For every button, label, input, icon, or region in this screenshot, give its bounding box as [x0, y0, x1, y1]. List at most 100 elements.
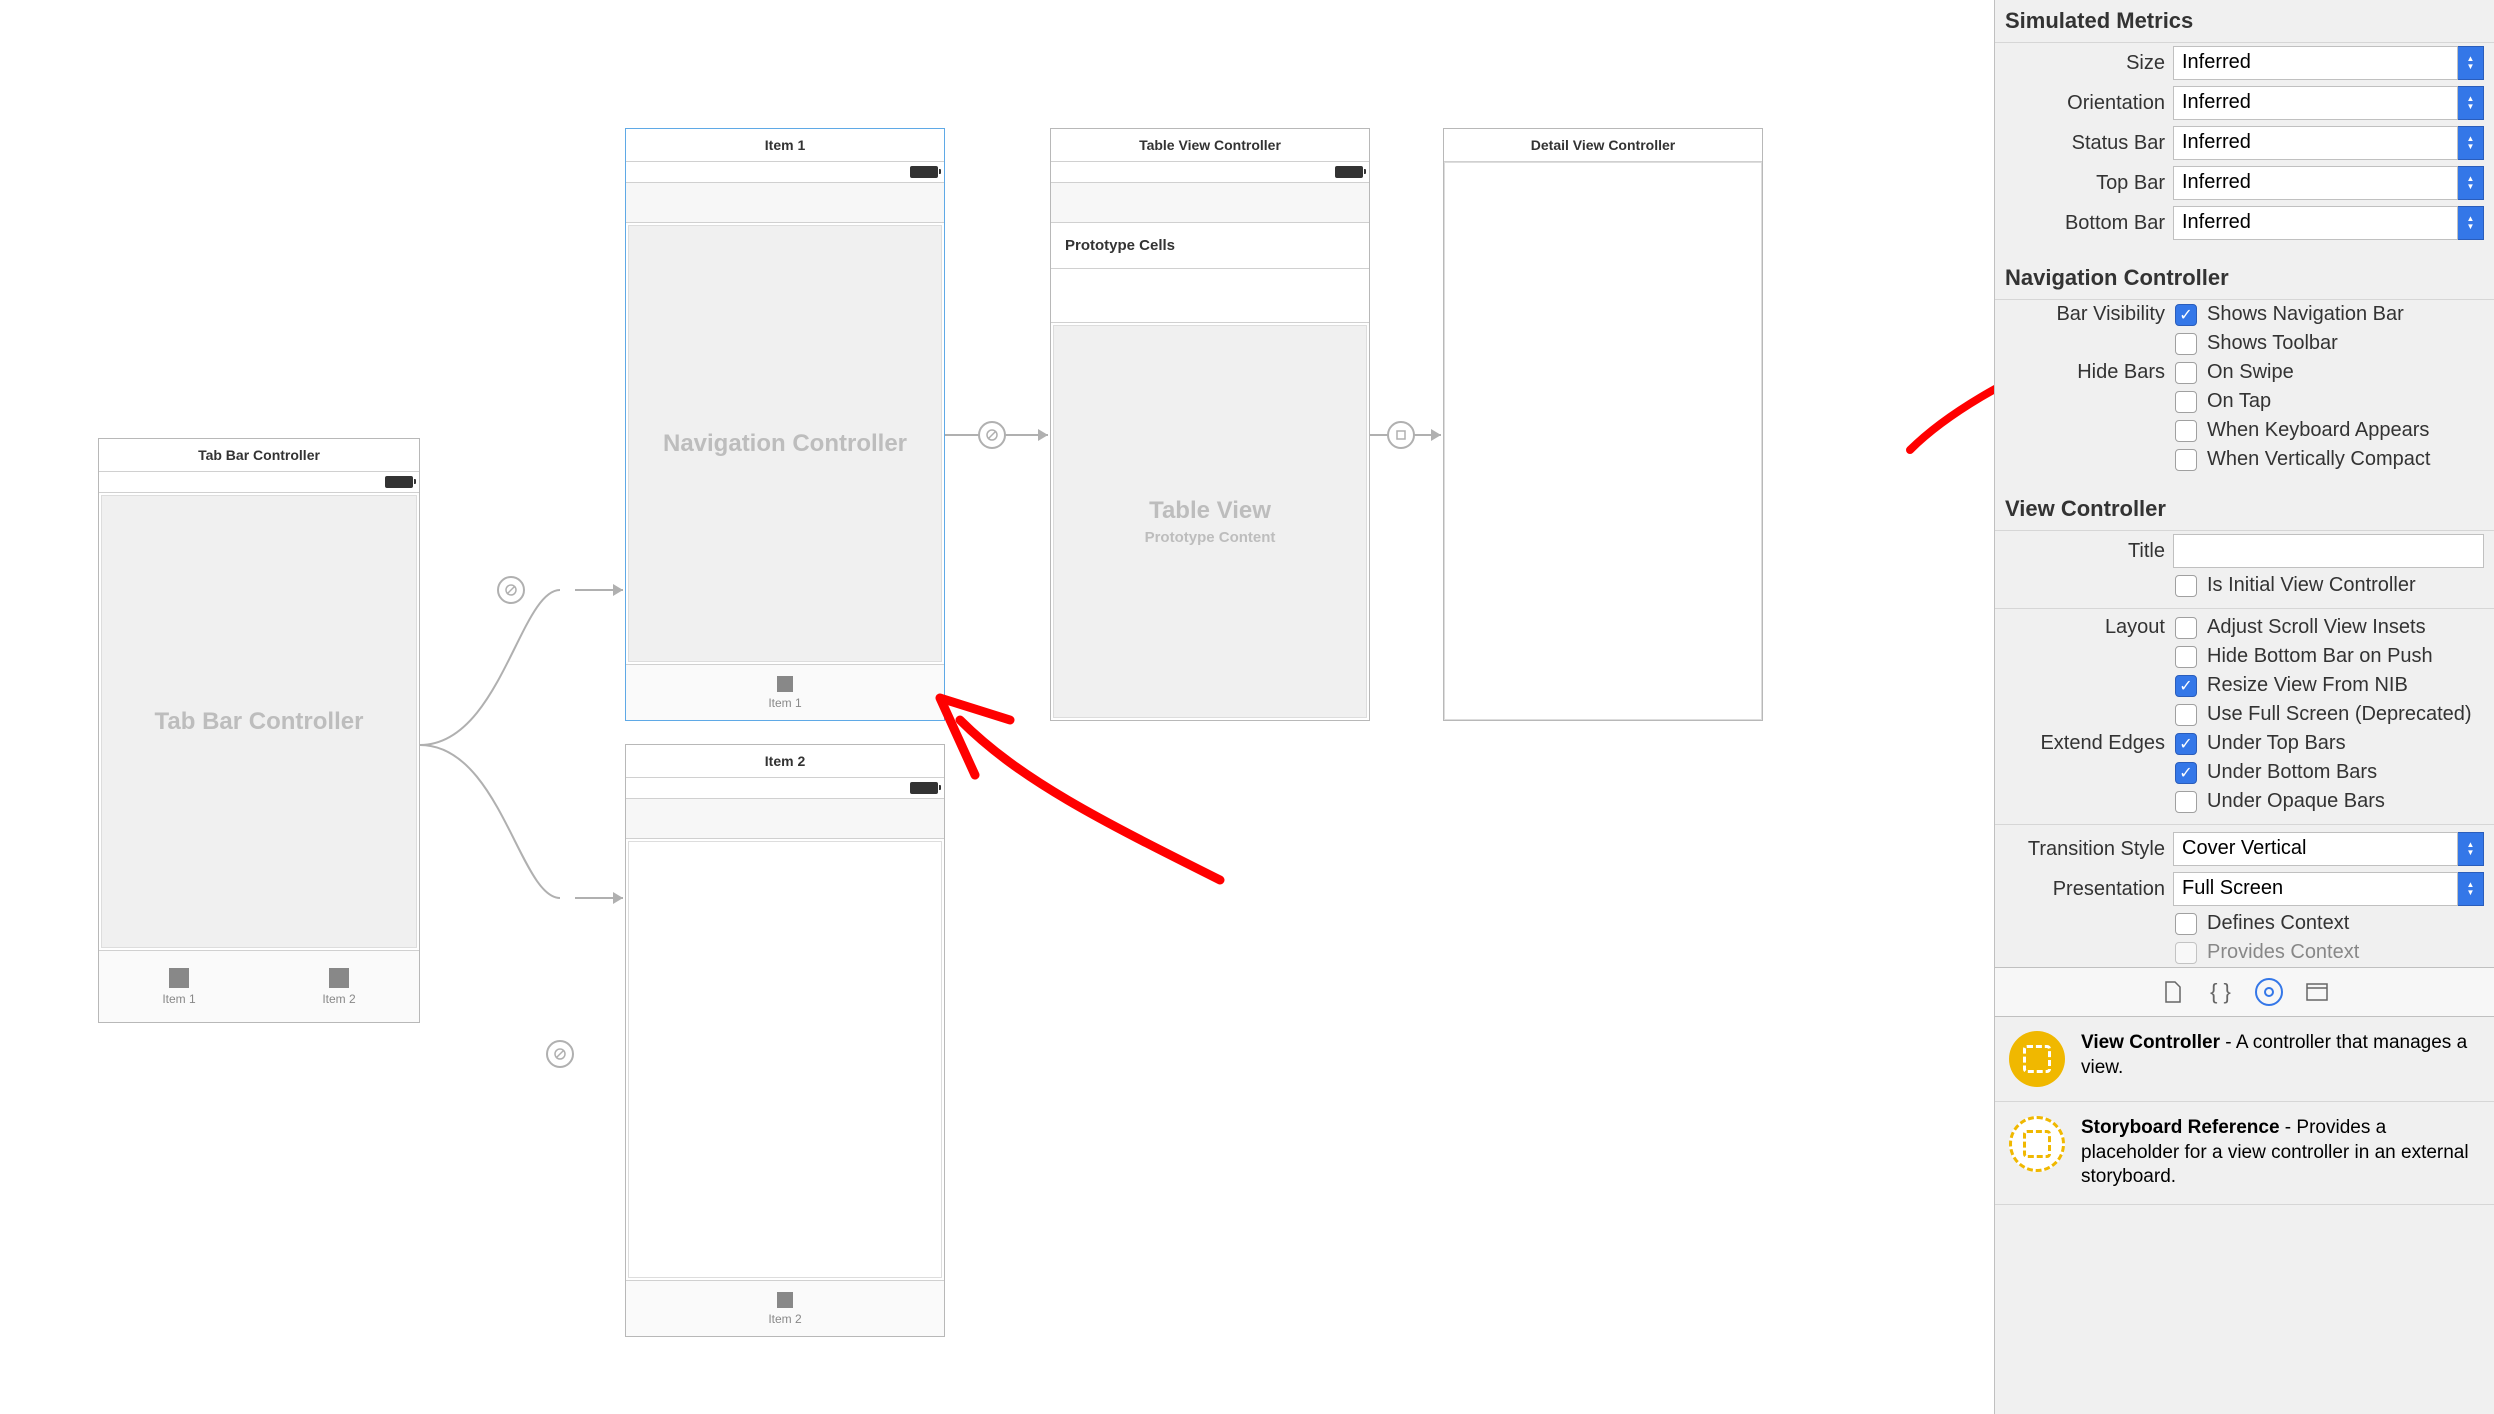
- label-bottom-bar: Bottom Bar: [2005, 212, 2165, 235]
- select-top-bar[interactable]: Inferred: [2173, 166, 2458, 200]
- square-icon: [777, 676, 793, 692]
- checkbox-under-bottom[interactable]: [2175, 762, 2197, 784]
- scene-body-label: Tab Bar Controller: [155, 708, 364, 736]
- storyboard-canvas[interactable]: Tab Bar Controller Tab Bar Controller It…: [0, 0, 1994, 1414]
- tab-label: Item 1: [162, 992, 195, 1006]
- select-status-bar[interactable]: Inferred: [2173, 126, 2458, 160]
- tab-label: Item 2: [768, 1312, 801, 1326]
- checkbox-label: On Tap: [2207, 390, 2271, 413]
- label-extend-edges: Extend Edges: [2005, 732, 2165, 755]
- library-item-view-controller[interactable]: View Controller - A controller that mana…: [1995, 1017, 2494, 1102]
- tab-label: Item 2: [322, 992, 355, 1006]
- checkbox-when-compact[interactable]: [2175, 449, 2197, 471]
- library-tabs: { }: [1995, 967, 2494, 1017]
- select-presentation[interactable]: Full Screen: [2173, 872, 2458, 906]
- select-transition[interactable]: Cover Vertical: [2173, 832, 2458, 866]
- library-tab-file-icon[interactable]: [2159, 978, 2187, 1006]
- checkbox-on-tap[interactable]: [2175, 391, 2197, 413]
- checkbox-label: When Keyboard Appears: [2207, 419, 2429, 442]
- library-tab-media-icon[interactable]: [2303, 978, 2331, 1006]
- status-bar: [626, 778, 944, 799]
- checkbox-label: Hide Bottom Bar on Push: [2207, 645, 2433, 668]
- segue-relationship-icon[interactable]: [497, 576, 525, 604]
- checkbox-adjust-scroll[interactable]: [2175, 617, 2197, 639]
- prototype-cell-header: Prototype Cells: [1051, 223, 1369, 269]
- checkbox-defines-context[interactable]: [2175, 913, 2197, 935]
- tab-item-1[interactable]: Item 1: [99, 951, 259, 1022]
- input-title[interactable]: [2173, 534, 2484, 568]
- scene-navigation-controller-2[interactable]: Item 2 Item 2: [625, 744, 945, 1337]
- library-item-text: View Controller - A controller that mana…: [2081, 1031, 2480, 1080]
- checkbox-label: Use Full Screen (Deprecated): [2207, 703, 2472, 726]
- checkbox-on-swipe[interactable]: [2175, 362, 2197, 384]
- tab-item-2[interactable]: Item 2: [259, 951, 419, 1022]
- checkbox-label: Provides Context: [2207, 941, 2359, 964]
- nav-bar: [626, 799, 944, 839]
- checkbox-resize-nib[interactable]: [2175, 675, 2197, 697]
- checkbox-label: Adjust Scroll View Insets: [2207, 616, 2426, 639]
- stepper-icon[interactable]: [2458, 872, 2484, 906]
- storyboard-reference-icon: [2009, 1116, 2065, 1172]
- label-size: Size: [2005, 52, 2165, 75]
- scene-detail-view-controller[interactable]: Detail View Controller: [1443, 128, 1763, 721]
- label-orientation: Orientation: [2005, 92, 2165, 115]
- status-bar: [99, 472, 419, 493]
- battery-icon: [1335, 166, 1363, 178]
- separator: [1995, 608, 2494, 609]
- section-view-controller: View Controller: [1995, 488, 2494, 531]
- checkbox-label: Under Bottom Bars: [2207, 761, 2377, 784]
- scene-body: [628, 841, 942, 1278]
- library-item-text: Storyboard Reference - Provides a placeh…: [2081, 1116, 2480, 1190]
- separator: [1995, 824, 2494, 825]
- square-icon: [329, 968, 349, 988]
- stepper-icon[interactable]: [2458, 166, 2484, 200]
- select-orientation[interactable]: Inferred: [2173, 86, 2458, 120]
- tab-bar: Item 1: [626, 664, 944, 720]
- stepper-icon[interactable]: [2458, 206, 2484, 240]
- checkbox-hide-bottom[interactable]: [2175, 646, 2197, 668]
- checkbox-under-top[interactable]: [2175, 733, 2197, 755]
- segue-relationship-icon[interactable]: [546, 1040, 574, 1068]
- label-transition: Transition Style: [2005, 838, 2165, 861]
- battery-icon: [910, 166, 938, 178]
- checkbox-label: On Swipe: [2207, 361, 2294, 384]
- checkbox-is-initial[interactable]: [2175, 575, 2197, 597]
- battery-icon: [385, 476, 413, 488]
- segue-show-icon[interactable]: [1387, 421, 1415, 449]
- label-layout: Layout: [2005, 616, 2165, 639]
- tab-item: Item 2: [626, 1281, 944, 1336]
- checkbox-when-keyboard[interactable]: [2175, 420, 2197, 442]
- label-bar-visibility: Bar Visibility: [2005, 303, 2165, 326]
- checkbox-label: Under Top Bars: [2207, 732, 2346, 755]
- segue-root-icon[interactable]: [978, 421, 1006, 449]
- checkbox-label: Shows Navigation Bar: [2207, 303, 2404, 326]
- checkbox-shows-navigation-bar[interactable]: [2175, 304, 2197, 326]
- scene-body: Navigation Controller: [628, 225, 942, 662]
- stepper-icon[interactable]: [2458, 86, 2484, 120]
- stepper-icon[interactable]: [2458, 832, 2484, 866]
- label-status-bar: Status Bar: [2005, 132, 2165, 155]
- label-title: Title: [2005, 540, 2165, 563]
- view-controller-icon: [2009, 1031, 2065, 1087]
- checkbox-label: Is Initial View Controller: [2207, 574, 2416, 597]
- scene-navigation-controller-1[interactable]: Item 1 Navigation Controller Item 1: [625, 128, 945, 721]
- tab-bar: Item 1 Item 2: [99, 950, 419, 1022]
- battery-icon: [910, 782, 938, 794]
- checkbox-shows-toolbar[interactable]: [2175, 333, 2197, 355]
- scene-table-view-controller[interactable]: Table View Controller Prototype Cells Ta…: [1050, 128, 1370, 721]
- label-hide-bars: Hide Bars: [2005, 361, 2165, 384]
- scene-tabbar-controller[interactable]: Tab Bar Controller Tab Bar Controller It…: [98, 438, 420, 1023]
- stepper-icon[interactable]: [2458, 46, 2484, 80]
- library-tab-code-icon[interactable]: { }: [2207, 978, 2235, 1006]
- select-bottom-bar[interactable]: Inferred: [2173, 206, 2458, 240]
- checkbox-provides-context[interactable]: [2175, 942, 2197, 964]
- checkbox-full-screen-deprecated[interactable]: [2175, 704, 2197, 726]
- stepper-icon[interactable]: [2458, 126, 2484, 160]
- library-tab-object-icon[interactable]: [2255, 978, 2283, 1006]
- scene-title: Detail View Controller: [1444, 129, 1762, 162]
- library-item-storyboard-reference[interactable]: Storyboard Reference - Provides a placeh…: [1995, 1102, 2494, 1205]
- checkbox-under-opaque[interactable]: [2175, 791, 2197, 813]
- prototype-cell[interactable]: [1051, 269, 1369, 323]
- select-size[interactable]: Inferred: [2173, 46, 2458, 80]
- label-presentation: Presentation: [2005, 878, 2165, 901]
